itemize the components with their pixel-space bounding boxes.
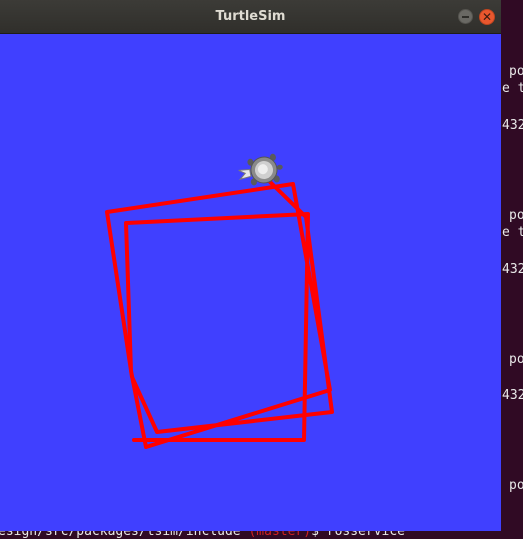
terminal-prompt-line[interactable]: esign/src/packages/tsim/include (master)… <box>0 530 523 539</box>
turtlesim-window[interactable]: TurtleSim ✕ <box>0 0 501 531</box>
minimize-button[interactable] <box>458 9 473 24</box>
terminal-line: 432 <box>502 118 523 133</box>
prompt-branch: (master) <box>248 530 312 539</box>
terminal-line: po <box>509 352 523 367</box>
terminal-line: po <box>509 478 523 493</box>
window-title: TurtleSim <box>215 9 286 24</box>
minimize-icon <box>462 16 469 18</box>
terminal-line: e t <box>502 81 523 96</box>
trail-drawing <box>105 153 334 449</box>
trail-path <box>105 177 334 449</box>
terminal-line: 432 <box>502 262 523 277</box>
terminal-line: 432 <box>502 388 523 403</box>
terminal-line: e t <box>502 225 523 240</box>
terminal-line: po <box>509 208 523 223</box>
terminal-line: po <box>509 64 523 79</box>
title-bar[interactable]: TurtleSim ✕ <box>0 0 501 34</box>
turtle-icon <box>238 153 283 186</box>
turtle-canvas[interactable] <box>0 34 501 531</box>
pen-trail <box>105 177 334 449</box>
prompt-path: esign/src/packages/tsim/include <box>0 530 241 539</box>
terminal-output: po e t 432 po e t 432 po 432 po <box>501 0 523 539</box>
terminal-prompt: esign/src/packages/tsim/include (master)… <box>0 530 405 539</box>
prompt-command: $ rosservice <box>311 530 406 539</box>
close-button[interactable]: ✕ <box>479 9 495 25</box>
close-icon: ✕ <box>481 10 493 24</box>
